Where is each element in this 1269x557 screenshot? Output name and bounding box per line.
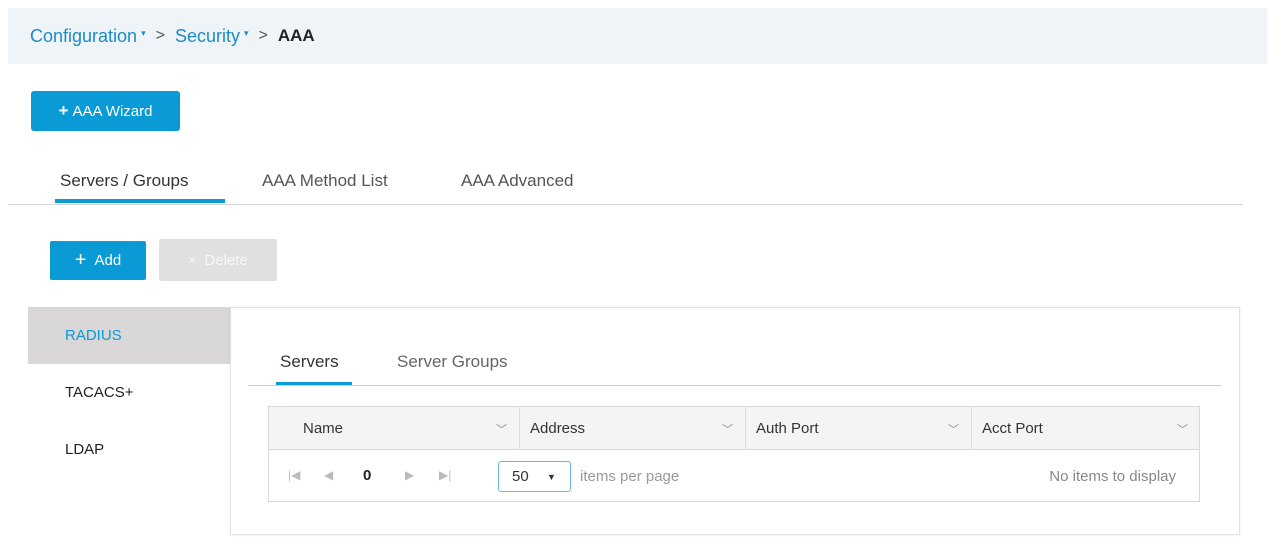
chevron-down-icon[interactable]: ﹀ (722, 421, 733, 437)
previous-page-icon[interactable]: ◀ (324, 468, 333, 482)
grid-header: Name ﹀ Address ﹀ Auth Port ﹀ Acct Port ﹀ (269, 407, 1199, 450)
tab-aaa-method-list[interactable]: AAA Method List (262, 171, 388, 191)
add-button-label: Add (94, 252, 122, 269)
delete-button[interactable]: × Delete (159, 239, 277, 281)
add-button[interactable]: + Add (50, 241, 146, 280)
breadcrumb: Configuration ▾ > Security ▾ > AAA (8, 8, 1267, 64)
plus-icon: + (58, 101, 69, 120)
servers-grid: Name ﹀ Address ﹀ Auth Port ﹀ Acct Port ﹀… (268, 406, 1200, 502)
main-tabs: Servers / Groups AAA Method List AAA Adv… (8, 160, 1243, 205)
breadcrumb-configuration[interactable]: Configuration ▾ (30, 26, 146, 47)
aaa-wizard-button[interactable]: + AAA Wizard (31, 91, 180, 131)
chevron-down-icon[interactable]: ﹀ (948, 421, 959, 437)
active-subtab-indicator (276, 382, 352, 385)
column-header-acct-port[interactable]: Acct Port ﹀ (972, 407, 1200, 450)
column-header-name[interactable]: Name ﹀ (293, 407, 519, 450)
column-header-label: Address (530, 420, 586, 437)
close-icon: × (188, 252, 197, 268)
column-header-label: Acct Port (982, 420, 1043, 437)
sub-tabs: Servers Server Groups (248, 343, 1221, 386)
caret-down-icon: ▼ (547, 472, 556, 482)
first-page-icon[interactable]: |◀ (288, 468, 300, 482)
chevron-down-icon[interactable]: ﹀ (1177, 421, 1188, 437)
grid-pager: |◀ ◀ 0 ▶ ▶| 50 ▼ items per page No items… (269, 451, 1199, 501)
tab-servers[interactable]: Servers (280, 352, 339, 372)
page-title: AAA (277, 26, 315, 45)
content-panel: Servers Server Groups Name ﹀ Address ﹀ A… (230, 307, 1240, 535)
column-header-auth-port[interactable]: Auth Port ﹀ (746, 407, 971, 450)
last-page-icon[interactable]: ▶| (439, 468, 451, 482)
page-number: 0 (363, 467, 372, 484)
tab-server-groups[interactable]: Server Groups (397, 352, 508, 372)
empty-message: No items to display (1049, 468, 1176, 485)
column-header-label: Name (303, 420, 344, 437)
active-tab-indicator (55, 199, 225, 203)
column-header-label: Auth Port (756, 420, 819, 437)
breadcrumb-configuration-label: Configuration (30, 25, 138, 46)
tab-servers-groups[interactable]: Servers / Groups (60, 171, 189, 191)
breadcrumb-security[interactable]: Security ▾ (175, 26, 249, 47)
column-header-address[interactable]: Address ﹀ (520, 407, 745, 450)
chevron-down-icon[interactable]: ﹀ (496, 421, 507, 437)
breadcrumb-security-label: Security (174, 25, 240, 46)
caret-down-icon: ▾ (141, 27, 146, 38)
page-size-value: 50 (512, 468, 529, 485)
chevron-right-icon: > (155, 27, 165, 44)
side-item-tacacs[interactable]: TACACS+ (28, 364, 230, 421)
delete-button-label: Delete (204, 251, 248, 269)
side-item-ldap[interactable]: LDAP (28, 421, 230, 478)
side-item-radius[interactable]: RADIUS (28, 307, 230, 364)
page-size-select[interactable]: 50 ▼ (498, 461, 571, 492)
tab-aaa-advanced[interactable]: AAA Advanced (461, 171, 573, 191)
next-page-icon[interactable]: ▶ (405, 468, 414, 482)
caret-down-icon: ▾ (243, 27, 249, 38)
chevron-right-icon: > (258, 27, 268, 44)
aaa-wizard-label: AAA Wizard (72, 102, 153, 120)
server-type-list: RADIUS TACACS+ LDAP (28, 307, 230, 478)
plus-icon: + (74, 249, 87, 271)
items-per-page-label: items per page (580, 468, 680, 485)
